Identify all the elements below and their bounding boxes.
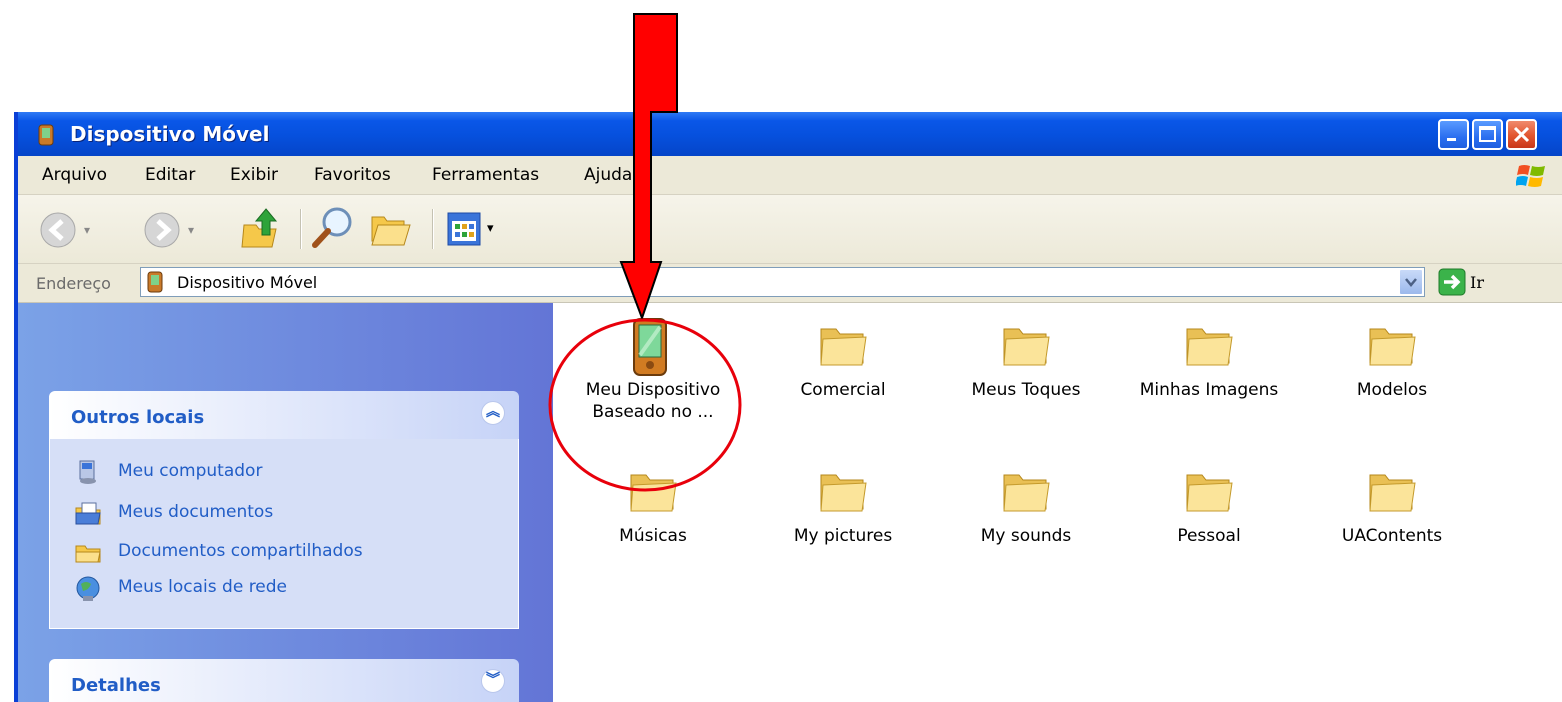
other-places-header[interactable]: Outros locais ︽ <box>49 391 519 439</box>
back-icon[interactable] <box>38 210 78 254</box>
pda-device-icon <box>38 124 54 150</box>
toolbar: ▾ ▾ ▾ <box>18 195 1562 264</box>
item-label: My pictures <box>793 526 893 546</box>
menu-ferramentas[interactable]: Ferramentas <box>432 165 539 185</box>
pda-device-icon <box>628 317 672 381</box>
link-label: Meus documentos <box>118 502 274 522</box>
link-label: Documentos compartilhados <box>118 541 363 561</box>
search-icon[interactable] <box>310 205 356 255</box>
item-label: Minhas Imagens <box>1139 380 1279 400</box>
link-label: Meu computador <box>118 461 263 481</box>
folder-icon <box>1001 463 1051 519</box>
title-bar[interactable]: Dispositivo Móvel <box>18 112 1562 156</box>
close-button[interactable] <box>1506 119 1537 150</box>
explorer-window: Dispositivo Móvel Arquivo Editar Exibir … <box>14 112 1562 702</box>
computer-icon <box>74 459 102 489</box>
other-places-title: Outros locais <box>71 407 205 428</box>
address-field[interactable]: Dispositivo Móvel <box>140 267 1425 297</box>
address-bar: Endereço Dispositivo Móvel Ir <box>18 264 1562 303</box>
link-label: Meus locais de rede <box>118 577 288 597</box>
address-value[interactable]: Dispositivo Móvel <box>177 273 317 292</box>
address-dropdown-button[interactable] <box>1399 269 1423 295</box>
item-label-line1: Meu Dispositivo <box>585 380 721 400</box>
go-arrow-icon[interactable] <box>1438 268 1466 300</box>
go-button-label[interactable]: Ir <box>1470 273 1484 292</box>
collapse-chevron-icon[interactable]: ︽ <box>481 401 505 425</box>
address-label: Endereço <box>36 274 111 293</box>
item-label: Pessoal <box>1177 526 1241 546</box>
views-dropdown-icon[interactable]: ▾ <box>487 221 494 236</box>
forward-dropdown-icon[interactable]: ▾ <box>188 223 194 237</box>
item-label: Modelos <box>1356 380 1428 400</box>
item-label: Comercial <box>800 380 886 400</box>
network-icon <box>74 575 102 607</box>
pda-device-icon <box>147 271 163 297</box>
window-title: Dispositivo Móvel <box>70 122 270 146</box>
item-label: My sounds <box>980 526 1072 546</box>
maximize-button[interactable] <box>1472 119 1503 150</box>
file-list: Meu Dispositivo Baseado no ... Comercial… <box>553 303 1562 702</box>
menu-ajuda[interactable]: Ajuda <box>584 165 632 185</box>
folders-icon[interactable] <box>370 207 414 253</box>
item-label: Meus Toques <box>971 380 1081 400</box>
menu-bar: Arquivo Editar Exibir Favoritos Ferramen… <box>18 156 1562 195</box>
forward-icon[interactable] <box>142 210 182 254</box>
other-places-body: Meu computador Meus documentos Documento… <box>49 439 519 629</box>
menu-arquivo[interactable]: Arquivo <box>42 165 107 185</box>
back-dropdown-icon[interactable]: ▾ <box>84 223 90 237</box>
item-label: UAContents <box>1341 526 1443 546</box>
minimize-button[interactable] <box>1438 119 1469 150</box>
shared-folder-icon <box>74 539 102 569</box>
item-label: Músicas <box>619 526 687 546</box>
details-header[interactable]: Detalhes ︾ <box>49 659 519 702</box>
folder-icon <box>818 317 868 373</box>
item-label: Meu Dispositivo Baseado no ... <box>563 379 743 423</box>
details-title: Detalhes <box>71 675 161 696</box>
up-folder-icon[interactable] <box>240 205 284 255</box>
folder-icon <box>818 463 868 519</box>
folder-icon <box>1367 317 1417 373</box>
expand-chevron-icon[interactable]: ︾ <box>481 669 505 693</box>
folder-icon <box>628 463 678 519</box>
folder-icon <box>1001 317 1051 373</box>
menu-exibir[interactable]: Exibir <box>230 165 278 185</box>
folder-icon <box>1184 463 1234 519</box>
folder-icon <box>1367 463 1417 519</box>
menu-editar[interactable]: Editar <box>145 165 195 185</box>
task-pane: Outros locais ︽ Meu computador Meus docu… <box>18 303 553 702</box>
views-icon[interactable] <box>446 211 482 251</box>
menu-favoritos[interactable]: Favoritos <box>314 165 391 185</box>
folder-icon <box>1184 317 1234 373</box>
item-label-line2: Baseado no ... <box>592 402 714 422</box>
documents-icon <box>74 500 102 530</box>
windows-logo-icon <box>1515 162 1548 194</box>
